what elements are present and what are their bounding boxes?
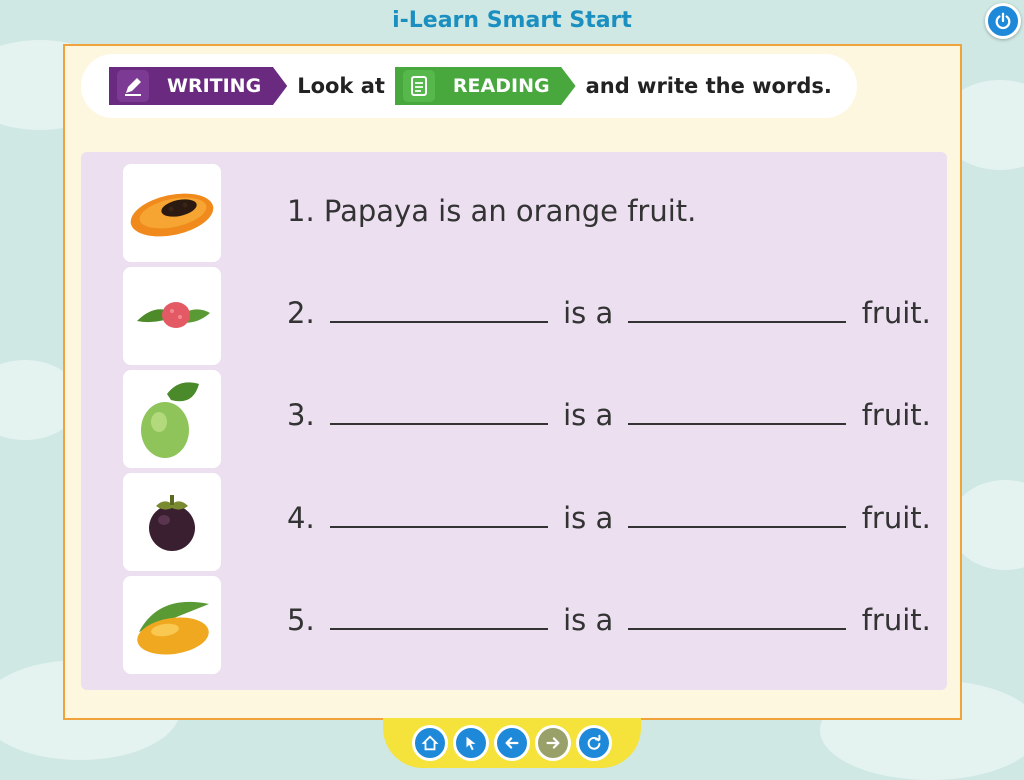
fruit-card-guava [123, 370, 221, 468]
mangosteen-icon [149, 495, 195, 551]
fruit-card-mango [123, 576, 221, 674]
sentence-end: fruit. [861, 603, 931, 637]
answer-blank-color[interactable] [628, 397, 847, 425]
sentence-text: Papaya is an orange fruit. [323, 194, 697, 228]
instruction-text-before: Look at [297, 74, 385, 98]
item-number: 5. [287, 603, 315, 637]
item-number: 2. [287, 296, 315, 330]
answer-blank-fruit[interactable] [329, 295, 548, 323]
item-number: 4. [287, 501, 315, 535]
instruction-text-after: and write the words. [585, 74, 832, 98]
papaya-icon [130, 193, 214, 237]
book-page: WRITING Look at READING and write the wo… [63, 44, 962, 720]
fruit-card-papaya [123, 164, 221, 262]
reading-tag: READING [394, 67, 576, 105]
refresh-icon [587, 734, 601, 750]
fruit-card-lychee [123, 267, 221, 365]
answer-blank-fruit[interactable] [329, 602, 548, 630]
writing-tag: WRITING [109, 67, 288, 105]
next-page-button[interactable] [535, 725, 571, 761]
answer-blank-color[interactable] [628, 500, 847, 528]
sentence-3: 3. is a fruit. [287, 397, 931, 432]
document-icon [402, 70, 435, 102]
sentence-4: 4. is a fruit. [287, 500, 931, 535]
exercise-panel: 1. Papaya is an orange fruit. 2. is a fr… [81, 152, 947, 690]
sentence-middle: is a [563, 501, 614, 535]
power-button[interactable] [985, 3, 1021, 39]
sentence-end: fruit. [861, 398, 931, 432]
answer-blank-color[interactable] [628, 602, 847, 630]
guava-icon [141, 382, 199, 458]
fruit-card-mangosteen [123, 473, 221, 571]
sentence-1: 1. Papaya is an orange fruit. [287, 194, 696, 228]
previous-page-button[interactable] [494, 725, 530, 761]
sentence-middle: is a [563, 398, 614, 432]
sentence-middle: is a [563, 296, 614, 330]
sentence-end: fruit. [861, 296, 931, 330]
select-button[interactable] [453, 725, 489, 761]
answer-blank-fruit[interactable] [329, 397, 548, 425]
answer-blank-fruit[interactable] [329, 500, 548, 528]
sentence-end: fruit. [861, 501, 931, 535]
home-button[interactable] [412, 725, 448, 761]
refresh-button[interactable] [576, 725, 612, 761]
home-icon [421, 735, 439, 751]
item-number: 1. [287, 194, 315, 228]
lychee-icon [137, 302, 210, 328]
sentence-2: 2. is a fruit. [287, 295, 931, 330]
power-icon [995, 12, 1011, 30]
cursor-icon [466, 736, 476, 751]
sentence-middle: is a [563, 603, 614, 637]
reading-label: READING [452, 75, 550, 97]
answer-blank-color[interactable] [628, 295, 847, 323]
app-title: i-Learn Smart Start [392, 8, 632, 33]
pencil-icon [117, 70, 149, 102]
item-number: 3. [287, 398, 315, 432]
sentence-5: 5. is a fruit. [287, 602, 931, 637]
back-arrow-icon [505, 737, 519, 749]
mango-icon [137, 601, 209, 655]
instruction-bar: WRITING Look at READING and write the wo… [81, 54, 857, 118]
navigation-bar [383, 718, 641, 768]
writing-label: WRITING [167, 75, 262, 97]
forward-arrow-icon [546, 737, 560, 749]
